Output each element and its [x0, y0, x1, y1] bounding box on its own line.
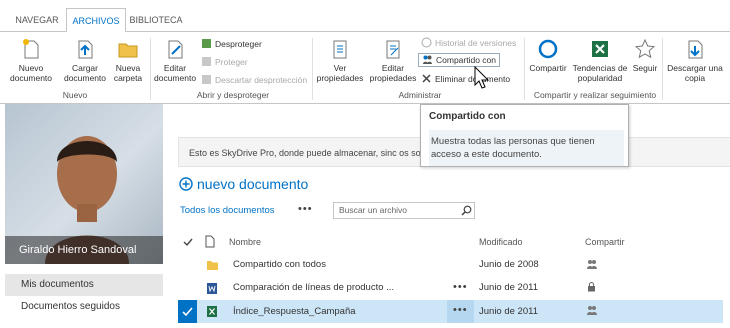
upload-document-button[interactable]: Cargar documento	[62, 38, 108, 83]
mouse-cursor-icon	[474, 66, 490, 89]
group-label-nuevo: Nuevo	[62, 90, 88, 100]
ribbon-separator	[524, 38, 525, 100]
check-in-button[interactable]: Proteger	[201, 56, 248, 68]
edit-document-button[interactable]: Editar documento	[154, 38, 196, 83]
profile-name[interactable]: Giraldo Hierro Sandoval	[5, 236, 163, 264]
ribbon-separator	[150, 38, 151, 100]
column-header-name[interactable]: Nombre	[229, 237, 261, 247]
popularity-trends-label: Tendencias de popularidad	[572, 63, 628, 83]
tooltip-shared-with: Compartido con Muestra todas las persona…	[420, 104, 629, 167]
shared-with-label: Compartido con	[436, 55, 497, 65]
group-label-compartir: Compartir y realizar seguimiento	[533, 90, 657, 100]
check-in-label: Proteger	[215, 57, 248, 67]
tab-archivos[interactable]: ARCHIVOS	[66, 8, 126, 33]
plus-circle-icon	[179, 177, 193, 191]
row-name[interactable]: Índice_Respuesta_Campaña	[233, 306, 356, 317]
tab-navegar[interactable]: NAVEGAR	[12, 8, 62, 32]
upload-document-label: Cargar documento	[63, 63, 107, 83]
edit-properties-icon	[386, 40, 400, 59]
row-name[interactable]: Comparación de líneas de producto ...	[233, 282, 394, 293]
check-out-icon	[202, 39, 211, 48]
discard-check-out-label: Descartar desprotección	[215, 75, 308, 85]
version-history-button[interactable]: Historial de versiones	[421, 37, 516, 49]
search-icon[interactable]	[461, 205, 472, 216]
row-modified: Junio de 2011	[479, 306, 538, 317]
view-properties-button[interactable]: Ver propiedades	[316, 38, 364, 83]
nav-documentos-seguidos[interactable]: Documentos seguidos	[5, 296, 163, 318]
row-more-button[interactable]: •••	[453, 281, 468, 293]
lock-icon	[588, 282, 595, 292]
share-icon	[538, 39, 558, 59]
excel-doc-icon	[207, 306, 217, 317]
delete-document-label: Eliminar documento	[435, 74, 511, 84]
tooltip-title: Compartido con	[429, 111, 506, 122]
row-more-button[interactable]: •••	[453, 304, 468, 316]
excel-trends-icon	[592, 41, 608, 57]
edit-properties-button[interactable]: Editar propiedades	[368, 38, 418, 83]
check-out-label: Desproteger	[215, 39, 262, 49]
version-history-label: Historial de versiones	[435, 38, 517, 48]
ribbon-separator	[312, 38, 313, 100]
check-in-icon	[202, 57, 211, 66]
history-icon	[421, 37, 432, 48]
share-button[interactable]: Compartir	[527, 38, 569, 73]
download-icon	[688, 40, 703, 59]
new-document-icon	[23, 39, 39, 59]
discard-check-out-icon	[202, 75, 211, 84]
tab-biblioteca[interactable]: BIBLIOTECA	[128, 8, 184, 32]
row-modified: Junio de 2008	[479, 259, 539, 270]
view-properties-label: Ver propiedades	[316, 63, 364, 83]
edit-document-label: Editar documento	[154, 63, 197, 83]
row-name[interactable]: Compartido con todos	[233, 259, 326, 270]
shared-with-button[interactable]: Compartido con	[418, 53, 501, 67]
view-all-documents[interactable]: Todos los documentos	[180, 205, 275, 216]
group-label-administrar: Administrar	[398, 90, 442, 100]
edit-document-icon	[168, 40, 183, 59]
download-copy-button[interactable]: Descargar una copia	[664, 38, 726, 83]
popularity-trends-button[interactable]: Tendencias de popularidad	[572, 38, 628, 83]
tooltip-body: Muestra todas las personas que tienen ac…	[429, 130, 624, 166]
download-copy-label: Descargar una copia	[667, 63, 723, 83]
people-icon	[423, 55, 432, 64]
group-label-abrir: Abrir y desproteger	[196, 90, 270, 100]
discard-check-out-button[interactable]: Descartar desprotección	[201, 74, 307, 86]
search-input[interactable]: Buscar un archivo	[333, 202, 475, 219]
new-document-text: nuevo documento	[197, 176, 309, 192]
delete-icon	[422, 74, 431, 83]
file-type-icon	[205, 235, 215, 248]
word-doc-icon	[207, 283, 217, 294]
nav-mis-documentos[interactable]: Mis documentos	[5, 274, 163, 296]
ribbon-separator	[662, 38, 663, 100]
view-properties-icon	[333, 40, 347, 59]
new-document-button[interactable]: Nuevo documento	[6, 38, 56, 83]
new-document-label: Nuevo documento	[9, 63, 53, 83]
star-icon	[634, 38, 656, 59]
column-header-modified[interactable]: Modificado	[479, 237, 523, 247]
people-icon	[587, 306, 597, 315]
folder-icon	[207, 261, 218, 270]
delete-document-button[interactable]: Eliminar documento	[421, 73, 510, 85]
edit-properties-label: Editar propiedades	[369, 63, 417, 83]
select-all-check-icon[interactable]	[183, 237, 193, 247]
check-icon	[182, 307, 193, 317]
row-modified: Junio de 2011	[479, 282, 538, 293]
check-out-button[interactable]: Desproteger	[201, 38, 262, 50]
view-more-button[interactable]: •••	[298, 203, 313, 215]
new-folder-button[interactable]: Nueva carpeta	[112, 38, 144, 83]
column-header-share[interactable]: Compartir	[585, 237, 625, 247]
people-icon	[587, 260, 597, 269]
row-select-checkbox[interactable]	[178, 300, 197, 323]
upload-icon	[78, 40, 93, 59]
follow-button[interactable]: Seguir	[631, 38, 659, 73]
new-folder-label: Nueva carpeta	[113, 63, 143, 83]
new-document-link[interactable]: nuevo documento	[179, 176, 308, 192]
share-label: Compartir	[529, 63, 567, 73]
follow-label: Seguir	[632, 63, 658, 73]
folder-icon	[118, 43, 138, 58]
